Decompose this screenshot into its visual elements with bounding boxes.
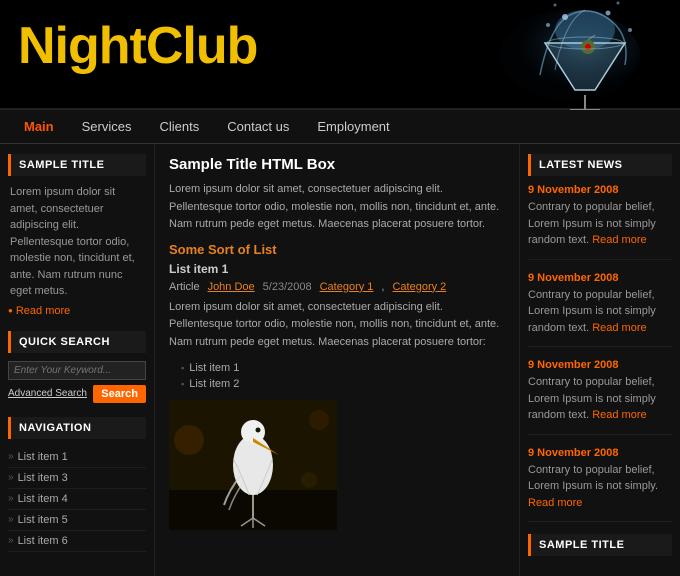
article-body-text: Lorem ipsum dolor sit amet, consectetuer… [169, 299, 505, 352]
sidebar-nav-item-5[interactable]: List item 5 [8, 510, 146, 531]
news-text-4: Contrary to popular belief, Lorem Ipsum … [528, 462, 672, 512]
news-read-more-3[interactable]: Read more [592, 409, 646, 421]
content-box-title: Sample Title HTML Box [169, 156, 505, 173]
news-read-more-2[interactable]: Read more [592, 322, 646, 334]
article-comma: , [381, 281, 384, 293]
cocktail-decoration [440, 0, 680, 110]
sidebar-sample-title-heading: SAMPLE TITLE [8, 154, 146, 176]
search-box: Advanced Search Search [8, 361, 146, 403]
news-date-3: 9 November 2008 [528, 359, 672, 371]
center-content: Sample Title HTML Box Lorem ipsum dolor … [155, 144, 520, 576]
sub-list: List item 1 List item 2 [169, 360, 505, 392]
news-text-2: Contrary to popular belief, Lorem Ipsum … [528, 287, 672, 337]
latest-news-heading: LATEST NEWS [528, 154, 672, 176]
nav-item-employment[interactable]: Employment [303, 111, 403, 142]
nav-item-main[interactable]: Main [10, 111, 68, 142]
sidebar-nav-item-4[interactable]: List item 4 [8, 489, 146, 510]
sidebar-navigation-heading: NAVIGATION [8, 417, 146, 439]
news-date-1: 9 November 2008 [528, 184, 672, 196]
main-layout: SAMPLE TITLE Lorem ipsum dolor sit amet,… [0, 144, 680, 576]
sub-list-item-1: List item 1 [181, 360, 505, 376]
search-button[interactable]: Search [93, 385, 146, 403]
sidebar-navigation-section: NAVIGATION List item 1 List item 3 List … [8, 417, 146, 552]
left-sidebar: SAMPLE TITLE Lorem ipsum dolor sit amet,… [0, 144, 155, 576]
article-category1[interactable]: Category 1 [320, 281, 374, 293]
title-part2: Club [146, 17, 258, 75]
quick-search-section: QUICK SEARCH Advanced Search Search [8, 331, 146, 403]
right-sidebar: LATEST NEWS 9 November 2008 Contrary to … [520, 144, 680, 576]
nav-item-clients[interactable]: Clients [145, 111, 213, 142]
sidebar-sample-title-section: SAMPLE TITLE Lorem ipsum dolor sit amet,… [8, 154, 146, 317]
sub-list-item-2: List item 2 [181, 376, 505, 392]
nav-item-contact[interactable]: Contact us [213, 111, 303, 142]
sidebar-sample-title-text: Lorem ipsum dolor sit amet, consectetuer… [8, 184, 146, 300]
news-text-3: Contrary to popular belief, Lorem Ipsum … [528, 374, 672, 424]
news-item-3: 9 November 2008 Contrary to popular beli… [528, 359, 672, 435]
article-date: 5/23/2008 [263, 281, 312, 293]
bird-image [169, 400, 337, 530]
sidebar-nav-item-1[interactable]: List item 1 [8, 447, 146, 468]
news-item-4: 9 November 2008 Contrary to popular beli… [528, 447, 672, 523]
news-read-more-4[interactable]: Read more [528, 497, 582, 509]
article-author[interactable]: John Doe [208, 281, 255, 293]
article-label: Article [169, 281, 200, 293]
article-meta: Article John Doe 5/23/2008 Category 1 , … [169, 281, 505, 293]
quick-search-heading: QUICK SEARCH [8, 331, 146, 353]
sidebar-nav-list: List item 1 List item 3 List item 4 List… [8, 447, 146, 552]
news-item-2: 9 November 2008 Contrary to popular beli… [528, 272, 672, 348]
header: NightClub [0, 0, 680, 110]
sidebar-nav-item-6[interactable]: List item 6 [8, 531, 146, 552]
list-section-title: Some Sort of List [169, 242, 505, 257]
sidebar-read-more[interactable]: Read more [8, 305, 146, 317]
sidebar-nav-item-3[interactable]: List item 3 [8, 468, 146, 489]
search-input[interactable] [8, 361, 146, 380]
site-title: NightClub [18, 20, 257, 72]
nav-item-services[interactable]: Services [68, 111, 146, 142]
search-row: Advanced Search Search [8, 385, 146, 403]
advanced-search-link[interactable]: Advanced Search [8, 388, 87, 399]
article-category2[interactable]: Category 2 [392, 281, 446, 293]
news-item-1: 9 November 2008 Contrary to popular beli… [528, 184, 672, 260]
news-date-2: 9 November 2008 [528, 272, 672, 284]
title-part1: Night [18, 17, 146, 75]
news-date-4: 9 November 2008 [528, 447, 672, 459]
right-sample-title-heading: SAMPLE TITLE [528, 534, 672, 556]
main-nav: Main Services Clients Contact us Employm… [0, 110, 680, 144]
list-item-title: List item 1 [169, 262, 505, 276]
news-text-1: Contrary to popular belief, Lorem Ipsum … [528, 199, 672, 249]
news-read-more-1[interactable]: Read more [592, 234, 646, 246]
content-body-text: Lorem ipsum dolor sit amet, consectetuer… [169, 181, 505, 234]
